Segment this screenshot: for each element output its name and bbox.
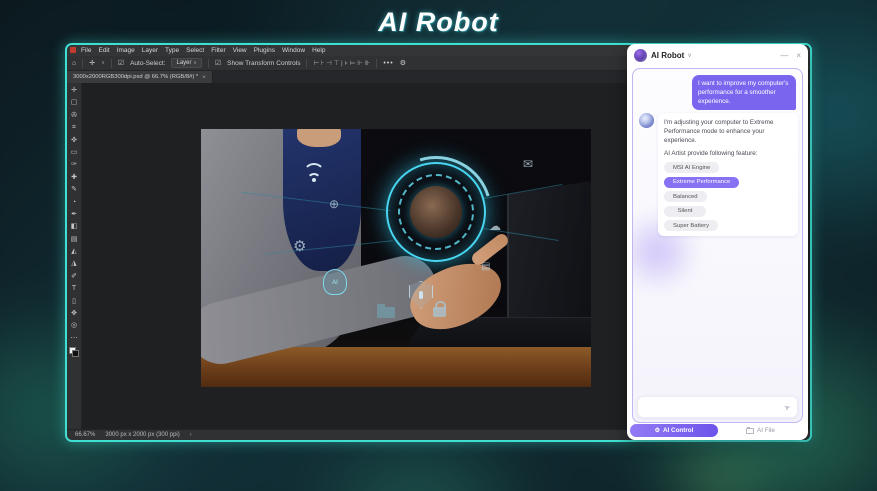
- clone-stamp-tool-icon[interactable]: ◔: [72, 197, 76, 209]
- menu-help[interactable]: Help: [312, 47, 325, 54]
- chat-input-container: ➤: [637, 396, 798, 418]
- show-transform-label: Show Transform Controls: [227, 60, 300, 67]
- eyedropper-tool-icon[interactable]: ✑: [71, 159, 77, 171]
- gradient-tool-icon[interactable]: ▤: [71, 234, 78, 246]
- menu-select[interactable]: Select: [186, 47, 204, 54]
- history-brush-tool-icon[interactable]: ✒: [71, 209, 77, 221]
- document-photo: ⊕ ⚙ ✉ ☁ ▤ AI: [201, 129, 591, 387]
- feature-pill-list: MSI AI Engine Extreme Performance Balanced…: [664, 162, 792, 231]
- menu-view[interactable]: View: [233, 47, 247, 54]
- user-message-bubble: I want to improve my computer's performa…: [692, 75, 796, 110]
- mail-icon: ✉: [523, 157, 533, 171]
- chevron-down-icon[interactable]: ∨: [687, 52, 691, 59]
- move-tool-icon[interactable]: ✛: [89, 59, 95, 67]
- wifi-icon: [303, 167, 325, 185]
- person-neck: [297, 129, 341, 147]
- keyhole-icon: [419, 291, 423, 299]
- globe-icon: ⊕: [329, 197, 339, 211]
- minimize-icon[interactable]: —: [780, 51, 788, 60]
- ai-message-row: I'm adjusting your computer to Extreme P…: [639, 113, 798, 236]
- dodge-tool-icon[interactable]: ◮: [71, 258, 76, 270]
- move-tool-icon[interactable]: ✛: [71, 85, 77, 97]
- page-title: AI Robot: [0, 7, 877, 38]
- tools-list: ✛▢✇⌗✜▭✑✚✎◔✒◧▤◭◮✐T▯✥◎⋯: [71, 85, 78, 345]
- ellipsis-tool-icon[interactable]: ⋯: [71, 333, 78, 345]
- menu-edit[interactable]: Edit: [98, 47, 109, 54]
- ai-panel-title: AI Robot: [651, 51, 684, 60]
- ai-robot-logo-icon: [634, 49, 647, 62]
- ai-file-button[interactable]: AI File: [746, 427, 775, 434]
- pen-tool-icon[interactable]: ✐: [71, 271, 77, 283]
- feature-pill-msi-ai-engine[interactable]: MSI AI Engine: [664, 162, 719, 173]
- auto-select-checkbox-icon[interactable]: ☑: [118, 59, 124, 67]
- menu-type[interactable]: Type: [165, 47, 179, 54]
- document-dimensions: 3000 px x 2000 px (300 ppi): [105, 432, 179, 438]
- document-tab[interactable]: 3000x2000RGB300dpi.psd @ 66.7% (RGB/8#) …: [67, 71, 213, 83]
- auto-select-label: Auto-Select:: [130, 60, 165, 67]
- hologram-core: [410, 186, 462, 238]
- hand-tool-icon[interactable]: ✥: [71, 308, 77, 320]
- shape-tool-icon[interactable]: ▯: [72, 296, 76, 308]
- tools-panel: ✛▢✇⌗✜▭✑✚✎◔✒◧▤◭◮✐T▯✥◎⋯: [67, 83, 82, 429]
- close-icon[interactable]: ×: [202, 74, 206, 81]
- app-icon: [70, 47, 76, 53]
- menu-file[interactable]: File: [81, 47, 91, 54]
- brush-tool-icon[interactable]: ✎: [71, 184, 77, 196]
- ai-robot-panel: AI Robot ∨ — × I want to improve my comp…: [627, 44, 808, 440]
- menu-filter[interactable]: Filter: [211, 47, 225, 54]
- ai-head-icon: AI: [323, 269, 347, 295]
- marquee-tool-icon[interactable]: ▢: [71, 97, 78, 109]
- ai-control-button[interactable]: ⚙ AI Control: [630, 424, 718, 437]
- gear-icon[interactable]: ⚙: [400, 59, 406, 67]
- chat-area: I want to improve my computer's performa…: [632, 68, 803, 423]
- menu-window[interactable]: Window: [282, 47, 305, 54]
- menu-image[interactable]: Image: [117, 47, 135, 54]
- chevron-down-icon[interactable]: ∨: [101, 60, 105, 66]
- menu-layer[interactable]: Layer: [142, 47, 158, 54]
- screen: AI Robot FileEditImageLayerTypeSelectFil…: [0, 0, 877, 491]
- healing-tool-icon[interactable]: ✚: [71, 172, 77, 184]
- document-tab-title: 3000x2000RGB300dpi.psd @ 66.7% (RGB/8#) …: [73, 74, 198, 80]
- gears-icon: ⚙: [293, 237, 306, 255]
- type-tool-icon[interactable]: T: [72, 283, 76, 295]
- eraser-tool-icon[interactable]: ◧: [71, 221, 78, 233]
- ai-message-text: I'm adjusting your computer to Extreme P…: [664, 118, 792, 145]
- send-icon[interactable]: ➤: [783, 402, 792, 413]
- panel-buttons-row: ⚙ AI Control AI File: [627, 423, 808, 438]
- ai-avatar: [639, 113, 654, 128]
- status-arrow-icon[interactable]: ›: [190, 432, 192, 438]
- menu-bar-items: File Edit Image Layer Type Select Filter View Pl…: [81, 47, 325, 54]
- feature-pill-silent[interactable]: Silent: [664, 206, 706, 217]
- cloud-icon: ☁: [489, 219, 501, 233]
- menu-plugins[interactable]: Plugins: [254, 47, 275, 54]
- tune-icon: ⚙: [655, 427, 660, 434]
- color-swatches[interactable]: [69, 347, 79, 357]
- chevron-down-icon: ∨: [193, 60, 197, 66]
- more-options-icon[interactable]: •••: [383, 60, 393, 67]
- crop-tool-icon[interactable]: ✜: [71, 135, 77, 147]
- folder-icon: [746, 428, 754, 434]
- feature-pill-super-battery[interactable]: Super Battery: [664, 220, 718, 231]
- feature-pill-balanced[interactable]: Balanced: [664, 191, 707, 202]
- blur-tool-icon[interactable]: ◭: [71, 246, 76, 258]
- show-transform-checkbox-icon[interactable]: ☑: [215, 59, 221, 67]
- lock-icon: [433, 307, 446, 317]
- frame-tool-icon[interactable]: ▭: [71, 147, 78, 159]
- chat-input[interactable]: [638, 404, 784, 411]
- layer-dropdown[interactable]: Layer ∨: [171, 58, 201, 68]
- ai-message-card: I'm adjusting your computer to Extreme P…: [658, 113, 798, 236]
- lasso-tool-icon[interactable]: ✇: [71, 110, 77, 122]
- feature-pill-extreme-performance[interactable]: Extreme Performance: [664, 177, 739, 188]
- zoom-level[interactable]: 66.67%: [75, 432, 95, 438]
- documents-icon: ▤: [481, 261, 490, 272]
- ai-prompt-text: AI Artist provide following feature:: [664, 150, 792, 157]
- zoom-tool-icon[interactable]: ◎: [71, 320, 77, 332]
- home-icon[interactable]: ⌂: [72, 60, 76, 67]
- background-color-swatch[interactable]: [72, 350, 79, 357]
- object-selection-tool-icon[interactable]: ⌗: [72, 122, 76, 134]
- close-icon[interactable]: ×: [796, 51, 801, 60]
- ai-panel-header: AI Robot ∨ — ×: [627, 44, 808, 67]
- align-icons[interactable]: ⊢ ⊦ ⊣ ⊤ | ⊧ ⊨ ⊩ ⊪: [313, 59, 370, 67]
- folder-icon: [377, 307, 395, 318]
